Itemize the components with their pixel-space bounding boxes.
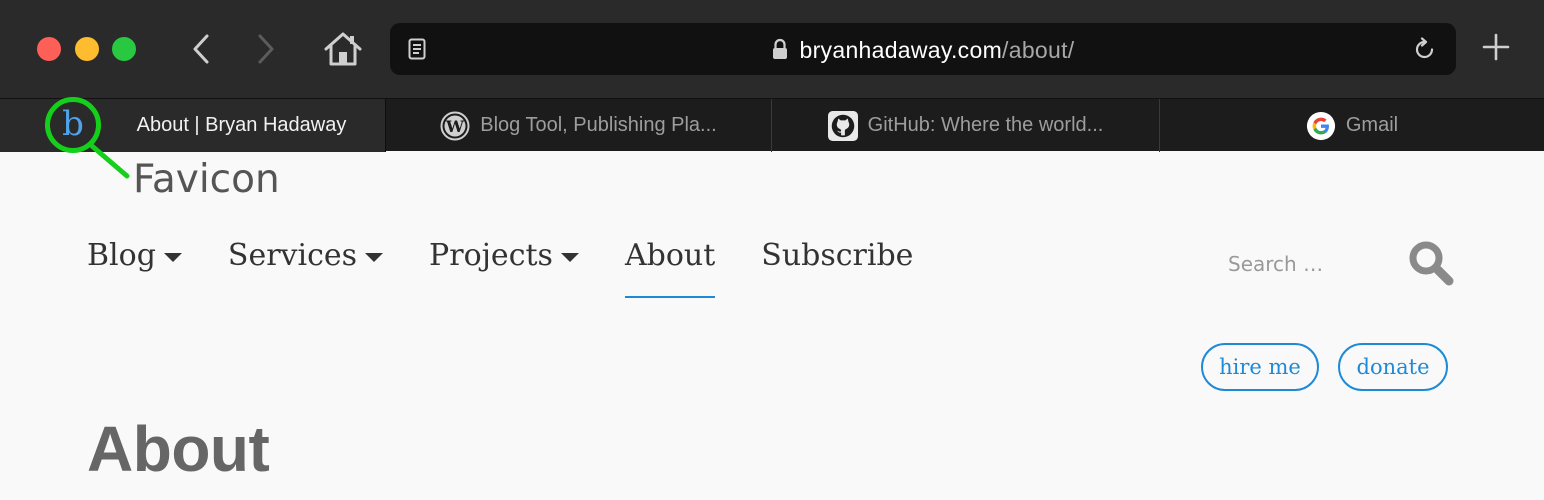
nav-item-label: About	[624, 238, 716, 273]
back-button[interactable]	[181, 30, 221, 68]
nav-item-label: Projects	[429, 238, 553, 273]
tab-label: Gmail	[1345, 114, 1399, 136]
favicon-highlight-circle: b	[45, 97, 101, 153]
home-button[interactable]	[321, 30, 365, 68]
search-icon	[1409, 241, 1454, 286]
svg-text:W: W	[445, 117, 465, 136]
caret-down-icon	[163, 253, 182, 262]
active-underline	[624, 296, 716, 298]
home-icon	[324, 32, 362, 66]
plus-icon	[1482, 33, 1510, 61]
tab-github[interactable]: GitHub: Where the world...	[772, 99, 1160, 152]
tab-label: GitHub: Where the world...	[867, 114, 1104, 136]
nav-item-label: Blog	[87, 238, 156, 273]
nav-item-services[interactable]: Services	[227, 238, 384, 273]
search-button[interactable]	[1404, 236, 1458, 290]
favicon-icon: b	[62, 104, 84, 144]
nav-item-projects[interactable]: Projects	[429, 238, 579, 273]
new-tab-button[interactable]	[1480, 30, 1512, 64]
back-icon	[193, 34, 209, 64]
annotation-label: Favicon	[133, 157, 280, 202]
caret-down-icon	[560, 253, 579, 262]
tab-wordpress[interactable]: W Blog Tool, Publishing Pla...	[386, 99, 772, 152]
nav-item-label: Subscribe	[761, 238, 914, 273]
url-host: bryanhadaway.com	[799, 37, 1003, 63]
github-icon	[827, 110, 858, 141]
reload-icon[interactable]	[1414, 37, 1436, 66]
nav-item-about[interactable]: About	[624, 238, 716, 298]
donate-button[interactable]: donate	[1338, 343, 1448, 391]
tab-label: About | Bryan Hadaway	[136, 114, 347, 136]
hire-me-button[interactable]: hire me	[1201, 343, 1319, 391]
search-input[interactable]	[1214, 246, 1394, 282]
nav-item-blog[interactable]: Blog	[87, 238, 182, 273]
url-text: bryanhadaway.com/about/	[390, 37, 1456, 64]
google-icon	[1306, 111, 1336, 141]
forward-button[interactable]	[246, 30, 286, 68]
browser-toolbar: bryanhadaway.com/about/	[0, 0, 1544, 98]
address-bar[interactable]: bryanhadaway.com/about/	[390, 23, 1456, 75]
site-navigation: Blog Services Projects About Subscribe	[87, 238, 913, 298]
url-path: /about/	[1002, 37, 1075, 63]
caret-down-icon	[365, 253, 384, 262]
annotation-pointer-line	[89, 143, 130, 179]
wordpress-icon: W	[440, 111, 470, 141]
lock-icon	[772, 39, 787, 60]
forward-icon	[258, 34, 274, 64]
nav-item-subscribe[interactable]: Subscribe	[761, 238, 913, 273]
page-title: About	[87, 413, 270, 485]
tab-gmail[interactable]: Gmail	[1160, 99, 1544, 152]
nav-item-label: Services	[227, 238, 358, 273]
tab-label: Blog Tool, Publishing Pla...	[480, 114, 717, 136]
tab-bar: About | Bryan Hadaway W Blog Tool, Publi…	[0, 98, 1544, 152]
